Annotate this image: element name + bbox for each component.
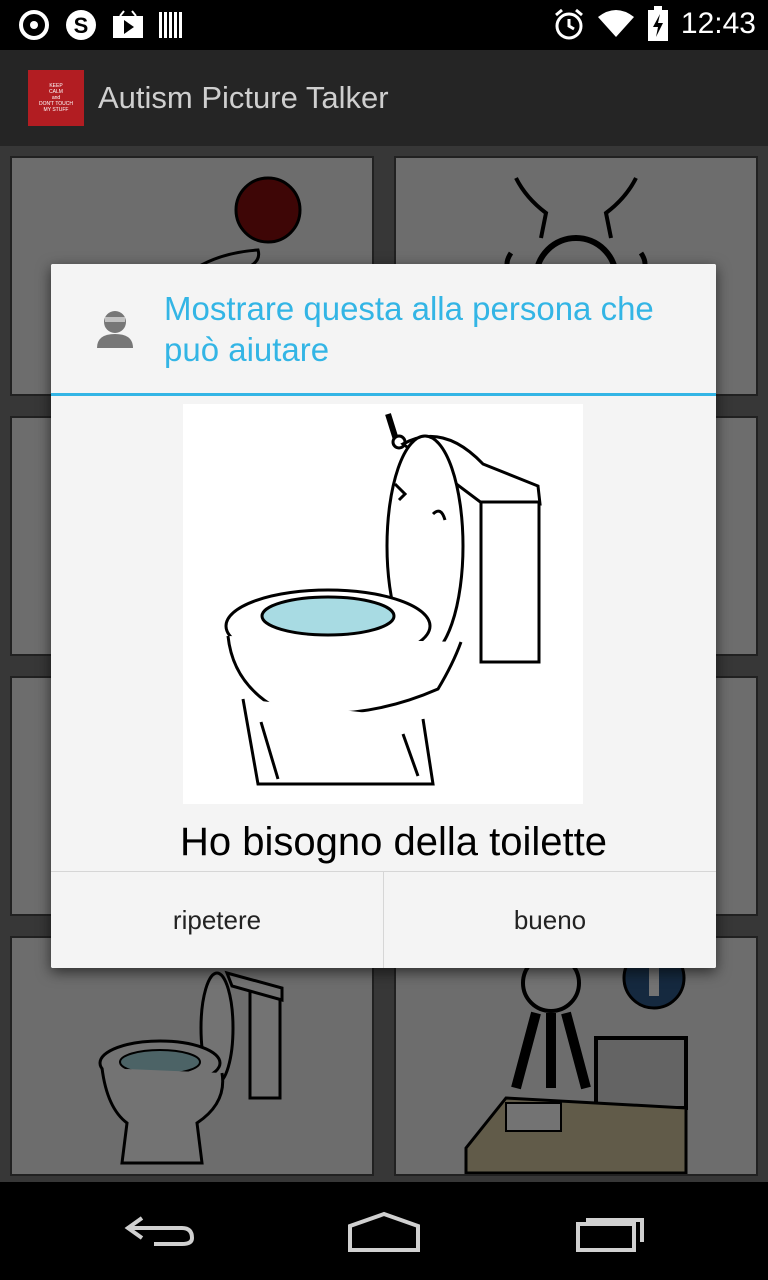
dialog-title: Mostrare questa alla persona che può aiu… — [164, 290, 654, 368]
dialog-phrase: Ho bisogno della toilette — [180, 820, 607, 864]
barcode-icon — [159, 12, 182, 38]
battery-charging-icon — [647, 6, 668, 41]
app-icon-text-5: MY STUFF — [43, 107, 69, 113]
dialog-header: Mostrare questa alla persona che può aiu… — [51, 264, 716, 393]
system-icons: 12:43 — [553, 6, 756, 42]
person-icon — [97, 311, 133, 348]
dialog-button-bar: ripetere bueno — [51, 871, 716, 968]
repeat-button[interactable]: ripetere — [51, 872, 384, 968]
dialog-title-divider — [51, 393, 716, 396]
skype-icon: S — [66, 10, 96, 40]
dialog-picture — [183, 404, 583, 804]
phrase-dialog: Mostrare questa alla persona che può aiu… — [51, 264, 716, 968]
app-title: Autism Picture Talker — [98, 80, 389, 115]
svg-text:S: S — [74, 13, 89, 38]
ok-button[interactable]: bueno — [384, 872, 716, 968]
toilet-icon — [224, 413, 542, 786]
sync-icon — [19, 10, 49, 40]
wifi-icon — [597, 10, 634, 37]
navigation-bar — [0, 1182, 768, 1280]
notification-icons: S — [18, 8, 184, 42]
clock: 12:43 — [680, 7, 756, 40]
action-bar: KEEP CALM and DON'T TOUCH MY STUFF Autis… — [0, 50, 768, 146]
play-store-icon — [113, 10, 143, 38]
home-icon[interactable] — [344, 1206, 424, 1256]
back-icon[interactable] — [120, 1206, 200, 1256]
recents-icon[interactable] — [570, 1206, 650, 1256]
alarm-icon — [554, 8, 583, 40]
status-bar: S 12:43 — [0, 0, 768, 50]
app-icon[interactable]: KEEP CALM and DON'T TOUCH MY STUFF — [28, 70, 84, 126]
